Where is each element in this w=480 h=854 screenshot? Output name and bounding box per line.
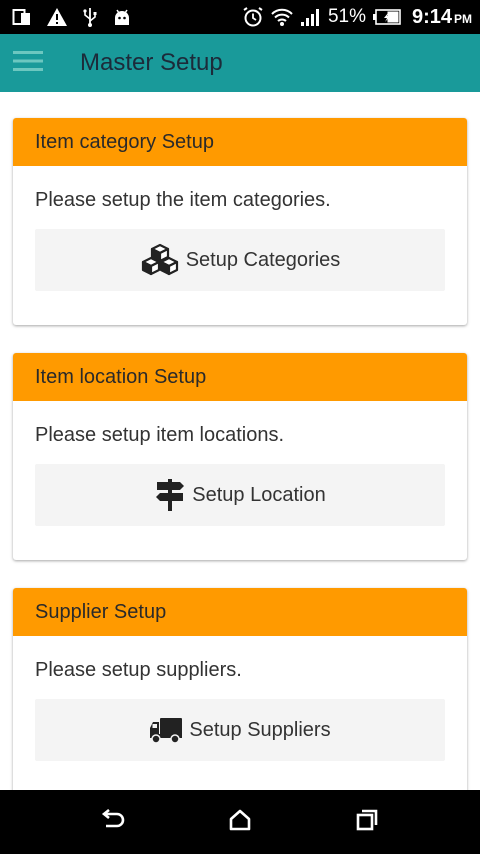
page-title: Master Setup	[80, 49, 223, 76]
android-icon	[112, 7, 132, 27]
card-item-location: Item location Setup Please setup item lo…	[13, 353, 467, 560]
warning-icon	[46, 7, 68, 27]
signal-icon	[300, 7, 322, 27]
setup-suppliers-button[interactable]: Setup Suppliers	[35, 699, 445, 761]
alarm-icon	[242, 6, 264, 28]
card-body: Please setup the item categories. Setup …	[13, 166, 467, 325]
recents-icon	[355, 808, 379, 837]
cubes-icon	[140, 243, 180, 277]
menu-button[interactable]	[8, 43, 48, 83]
setup-categories-label: Setup Categories	[185, 248, 341, 271]
battery-percent: 51%	[327, 6, 366, 27]
status-left	[12, 6, 146, 28]
usb-icon	[82, 6, 98, 28]
main-content: Item category Setup Please setup the ite…	[0, 92, 480, 790]
battery-icon	[372, 8, 402, 26]
app-screen: 51% 9:14 PM Master Setup Item category S…	[0, 0, 480, 854]
card-header: Item category Setup	[13, 118, 467, 166]
hamburger-menu-icon	[13, 50, 43, 77]
system-nav-bar	[0, 790, 480, 854]
status-time: 9:14	[411, 5, 452, 28]
card-description: Please setup the item categories.	[35, 189, 331, 211]
recents-button[interactable]	[343, 798, 391, 846]
card-body: Please setup item locations. Setup Locat…	[13, 401, 467, 560]
back-button[interactable]	[89, 798, 137, 846]
status-bar: 51% 9:14 PM	[0, 0, 480, 34]
home-button[interactable]	[216, 798, 264, 846]
status-ampm: PM	[454, 11, 472, 26]
setup-categories-button[interactable]: Setup Categories	[35, 229, 445, 291]
app-bar: Master Setup	[0, 34, 480, 92]
card-description: Please setup suppliers.	[35, 659, 242, 681]
home-icon	[228, 808, 252, 837]
card-description: Please setup item locations.	[35, 424, 285, 446]
copy-icon	[12, 7, 32, 27]
truck-icon	[149, 716, 183, 744]
card-item-category: Item category Setup Please setup the ite…	[13, 118, 467, 325]
setup-location-label: Setup Location	[192, 483, 326, 506]
card-supplier: Supplier Setup Please setup suppliers. S…	[13, 588, 467, 790]
setup-suppliers-label: Setup Suppliers	[189, 718, 331, 741]
setup-location-button[interactable]: Setup Location	[35, 464, 445, 526]
card-header: Supplier Setup	[13, 588, 467, 636]
status-clock: 9:14 PM	[412, 6, 472, 29]
back-icon	[100, 808, 126, 836]
card-header: Item location Setup	[13, 353, 467, 401]
signpost-icon	[154, 478, 186, 512]
card-body: Please setup suppliers. Setup Suppliers	[13, 636, 467, 790]
status-right: 51% 9:14 PM	[236, 6, 472, 29]
wifi-icon	[270, 6, 294, 28]
